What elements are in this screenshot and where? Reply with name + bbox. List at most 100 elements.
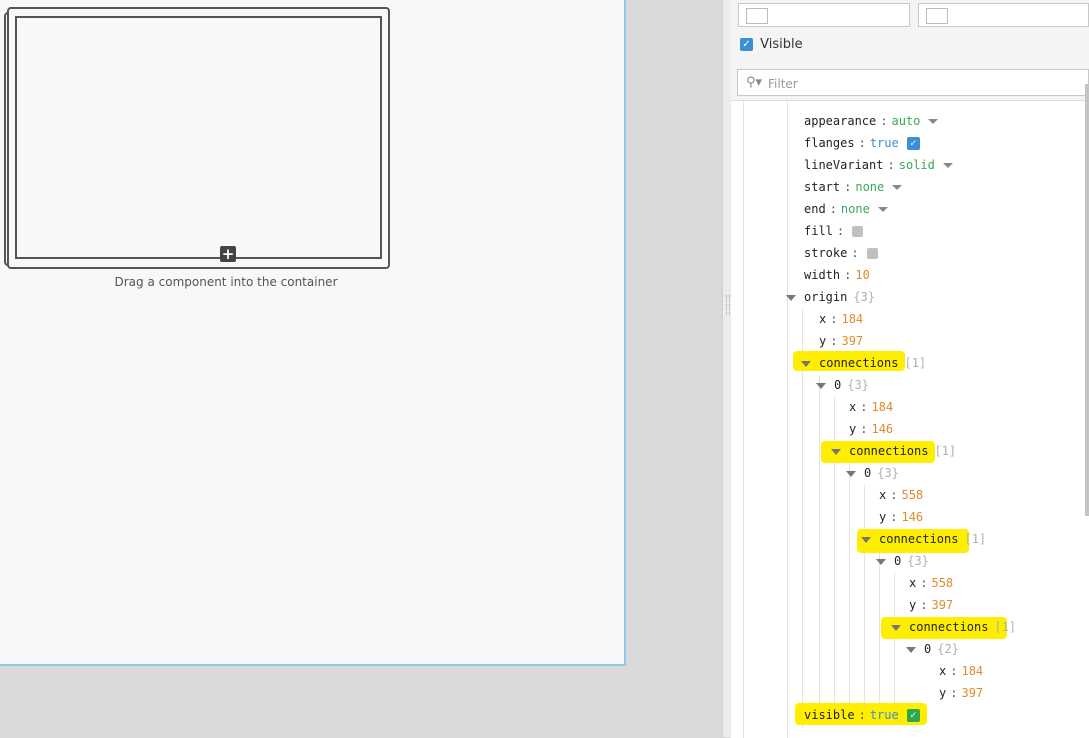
prop-flanges[interactable]: flanges: true ✓ <box>804 133 920 153</box>
prop-value[interactable]: true <box>870 708 899 722</box>
prop-key: visible <box>804 708 855 722</box>
prop-x[interactable]: x:558 <box>879 485 923 505</box>
prop-value[interactable]: none <box>841 202 870 216</box>
prop-key: x <box>909 576 917 590</box>
prop-meta: [1] <box>904 356 927 370</box>
dropdown-arrow-icon[interactable] <box>892 185 903 190</box>
prop-x[interactable]: x:184 <box>849 397 893 417</box>
prop-key: connections <box>909 620 989 634</box>
visible-toggle[interactable]: ✓ Visible <box>740 37 803 52</box>
prop-key: y <box>819 334 827 348</box>
prop-y[interactable]: y:397 <box>909 595 953 615</box>
prop-key: connections <box>879 532 959 546</box>
prop-connections[interactable]: connections [1] <box>861 529 986 549</box>
drop-hint-text: Drag a component into the container <box>114 275 338 289</box>
prop-key: x <box>939 664 947 678</box>
collapse-arrow-icon[interactable] <box>891 624 901 631</box>
prop-meta: {3} <box>907 554 929 568</box>
prop-value[interactable]: 10 <box>855 268 869 282</box>
prop-lineVariant[interactable]: lineVariant: solid <box>804 155 953 175</box>
visible-prop-checkbox[interactable]: ✓ <box>906 709 920 722</box>
prop-meta: {3} <box>853 290 876 304</box>
prop-key: y <box>849 422 857 436</box>
tree-scrollbar[interactable] <box>1085 84 1089 516</box>
prop-key: connections <box>819 356 899 370</box>
prop-value[interactable]: 558 <box>931 576 953 590</box>
dropdown-arrow-icon[interactable] <box>942 163 953 168</box>
prop-key: start <box>804 180 841 194</box>
prop-value[interactable]: auto <box>891 114 920 128</box>
prop-value[interactable]: 397 <box>961 686 983 700</box>
visible-checkbox[interactable]: ✓ <box>740 38 753 51</box>
prop-value[interactable]: 558 <box>901 488 923 502</box>
prop-value[interactable]: 397 <box>841 334 863 348</box>
prop-key: 0 <box>864 466 872 480</box>
dropdown-arrow-icon[interactable] <box>877 207 888 212</box>
prop-value[interactable]: none <box>855 180 884 194</box>
property-tree[interactable]: appearance: auto flanges: true ✓ lineVarian… <box>731 100 1089 738</box>
prop-value[interactable]: solid <box>899 158 935 172</box>
collapse-arrow-icon[interactable] <box>816 382 826 389</box>
splitter-grip-icon[interactable] <box>726 295 730 315</box>
prop-value[interactable]: 184 <box>961 664 983 678</box>
container-drop-zone[interactable] <box>15 16 382 259</box>
prop-end[interactable]: end: none <box>804 199 888 219</box>
collapse-arrow-icon[interactable] <box>801 360 811 367</box>
view-canvas[interactable]: + Drag a component into the container <box>0 0 626 666</box>
search-icon: ⚲▾ <box>746 75 763 90</box>
prop-key: y <box>879 510 887 524</box>
prop-value[interactable]: 146 <box>901 510 923 524</box>
prop-start[interactable]: start: none <box>804 177 903 197</box>
prop-x[interactable]: x:184 <box>939 661 983 681</box>
prop-value[interactable]: 397 <box>931 598 953 612</box>
tree-guide <box>879 551 880 707</box>
collapse-arrow-icon[interactable] <box>831 448 841 455</box>
prop-key: 0 <box>834 378 842 392</box>
empty-container[interactable]: + <box>7 7 390 269</box>
prop-y[interactable]: y:146 <box>849 419 893 439</box>
color-field-2[interactable] <box>918 3 1089 27</box>
prop-key: y <box>939 686 947 700</box>
fill-swatch-icon[interactable] <box>852 226 864 237</box>
prop-appearance[interactable]: appearance: auto <box>804 111 939 131</box>
prop-y[interactable]: y:146 <box>879 507 923 527</box>
collapse-arrow-icon[interactable] <box>906 646 916 653</box>
prop-key: lineVariant <box>804 158 884 172</box>
collapse-arrow-icon[interactable] <box>846 470 856 477</box>
add-component-icon[interactable]: + <box>220 246 236 262</box>
prop-value[interactable]: 146 <box>871 422 893 436</box>
dropdown-arrow-icon[interactable] <box>928 119 939 124</box>
prop-origin-y[interactable]: y:397 <box>819 331 863 351</box>
tree-guide <box>743 101 744 738</box>
prop-y[interactable]: y:397 <box>939 683 983 703</box>
prop-origin[interactable]: origin {3} <box>786 287 875 307</box>
prop-index[interactable]: 0 {2} <box>906 639 959 659</box>
prop-connections[interactable]: connections [1] <box>831 441 956 461</box>
prop-meta: {3} <box>847 378 869 392</box>
collapse-arrow-icon[interactable] <box>876 558 886 565</box>
prop-stroke[interactable]: stroke: <box>804 243 878 263</box>
prop-value[interactable]: true <box>870 136 899 150</box>
prop-x[interactable]: x:558 <box>909 573 953 593</box>
prop-width[interactable]: width:10 <box>804 265 870 285</box>
prop-origin-x[interactable]: x:184 <box>819 309 863 329</box>
prop-value[interactable]: 184 <box>841 312 863 326</box>
collapse-arrow-icon[interactable] <box>786 294 796 301</box>
prop-visible[interactable]: visible: true ✓ <box>804 705 920 725</box>
prop-value[interactable]: 184 <box>871 400 893 414</box>
prop-fill[interactable]: fill: <box>804 221 864 241</box>
prop-connections[interactable]: connections [1] <box>801 353 926 373</box>
prop-index[interactable]: 0 {3} <box>846 463 899 483</box>
filter-input[interactable] <box>766 74 1070 94</box>
prop-index[interactable]: 0 {3} <box>816 375 869 395</box>
stroke-swatch-icon[interactable] <box>866 248 878 259</box>
tree-guide <box>864 485 865 707</box>
panel-splitter[interactable] <box>722 0 731 737</box>
prop-index[interactable]: 0 {3} <box>876 551 929 571</box>
prop-connections[interactable]: connections [1] <box>891 617 1016 637</box>
filter-field[interactable]: ⚲▾ <box>737 69 1089 96</box>
flanges-checkbox[interactable]: ✓ <box>906 137 920 150</box>
prop-key: x <box>819 312 827 326</box>
color-field-1[interactable] <box>738 3 910 27</box>
collapse-arrow-icon[interactable] <box>861 536 871 543</box>
